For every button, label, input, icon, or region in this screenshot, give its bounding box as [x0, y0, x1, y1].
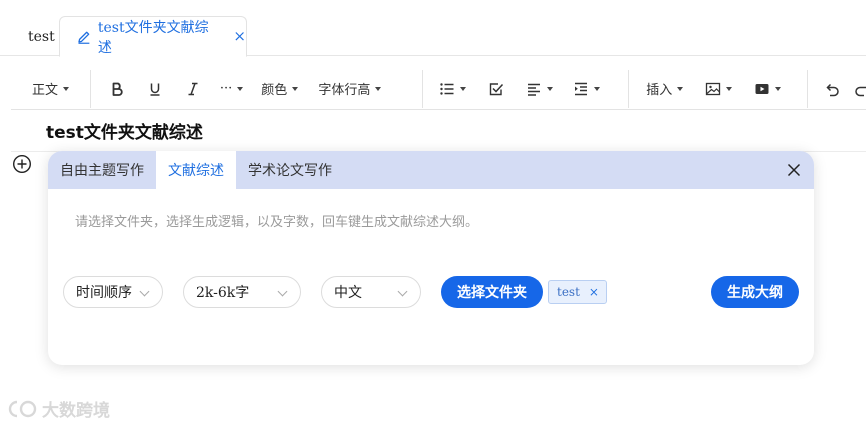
- text-style-dropdown[interactable]: 正文: [32, 75, 69, 103]
- font-color-dropdown[interactable]: 颜色: [261, 75, 299, 103]
- document-title[interactable]: test文件夹文献综述: [46, 118, 203, 143]
- chevron-down-icon: [460, 86, 467, 91]
- text-style-label: 正文: [31, 83, 58, 98]
- more-formats-dropdown[interactable]: ···: [219, 75, 244, 103]
- tab-literature-review-label: test文件夹文献综述: [97, 19, 209, 56]
- add-block-icon[interactable]: [12, 154, 32, 174]
- watermark-text: 大数跨境: [42, 401, 110, 421]
- insert-image-dropdown[interactable]: [705, 75, 733, 103]
- chevron-down-icon: [594, 86, 601, 91]
- tab-free-topic-writing[interactable]: 自由主题写作: [48, 151, 156, 189]
- insert-dropdown[interactable]: 插入: [646, 75, 684, 103]
- text-align-dropdown[interactable]: [526, 75, 554, 103]
- font-color-label: 颜色: [261, 83, 288, 98]
- redo-button[interactable]: [854, 75, 866, 103]
- language-select[interactable]: 中文: [321, 276, 421, 308]
- bold-button[interactable]: [104, 75, 130, 103]
- chevron-down-icon: [139, 286, 150, 297]
- bold-icon: [112, 82, 123, 96]
- line-height-label: 字体行高: [318, 83, 371, 98]
- word-count-select-value: 2k-6k字: [196, 285, 250, 301]
- selected-folder-chip: test ×: [548, 280, 607, 304]
- document-tab-bar: test test文件夹文献综述 ×: [0, 0, 866, 57]
- pencil-icon: [78, 31, 90, 44]
- undo-button[interactable]: [824, 75, 840, 103]
- tab-test[interactable]: test: [18, 18, 65, 56]
- chevron-down-icon: [397, 286, 408, 297]
- chevron-down-icon: [547, 86, 554, 91]
- undo-icon: [826, 83, 839, 96]
- order-select-value: 时间顺序: [76, 285, 132, 301]
- watermark: 大数跨境: [8, 396, 110, 421]
- language-select-value: 中文: [334, 285, 362, 301]
- remove-folder-icon[interactable]: ×: [589, 285, 599, 299]
- video-icon: [755, 83, 769, 94]
- redo-icon: [855, 86, 866, 96]
- image-icon: [706, 82, 721, 95]
- insert-video-dropdown[interactable]: [754, 75, 782, 103]
- chevron-down-icon: [277, 286, 288, 297]
- chevron-down-icon: [292, 86, 299, 91]
- choose-folder-button[interactable]: 选择文件夹: [441, 276, 543, 308]
- selected-folder-label: test: [557, 285, 580, 299]
- align-left-icon: [528, 83, 541, 96]
- watermark-logo-icon: [8, 400, 37, 417]
- indent-icon: [575, 82, 588, 95]
- tab-literature-review-mode[interactable]: 文献综述: [156, 151, 236, 189]
- close-panel-icon[interactable]: [786, 162, 802, 178]
- italic-icon: [188, 82, 198, 95]
- bulleted-list-dropdown[interactable]: [439, 75, 467, 103]
- insert-label: 插入: [646, 83, 673, 98]
- task-list-button[interactable]: [488, 75, 504, 103]
- panel-tab-strip: 自由主题写作 文献综述 学术论文写作: [48, 151, 814, 189]
- indent-dropdown[interactable]: [573, 75, 601, 103]
- underline-button[interactable]: [142, 75, 168, 103]
- chevron-down-icon: [677, 86, 684, 91]
- more-formats-label: ···: [219, 81, 233, 96]
- prompt-input[interactable]: 请选择文件夹，选择生成逻辑，以及字数，回车键生成文献综述大纲。: [75, 211, 478, 230]
- chevron-down-icon: [375, 86, 382, 91]
- line-height-dropdown[interactable]: 字体行高: [318, 75, 382, 103]
- underline-icon: [150, 83, 160, 96]
- checkbox-icon: [490, 82, 504, 95]
- tab-test-label: test: [28, 29, 55, 45]
- tab-literature-review[interactable]: test文件夹文献综述 ×: [59, 16, 247, 57]
- order-select[interactable]: 时间顺序: [63, 276, 163, 308]
- writing-assistant-panel: 自由主题写作 文献综述 学术论文写作 请选择文件夹，选择生成逻辑，以及字数，回车…: [48, 151, 814, 365]
- editor-toolbar: 正文 ··· 颜色 字体行高 插入: [11, 68, 866, 110]
- list-icon: [440, 82, 454, 95]
- chevron-down-icon: [726, 86, 733, 91]
- chevron-down-icon: [237, 86, 244, 91]
- chevron-down-icon: [62, 86, 69, 91]
- italic-button[interactable]: [180, 75, 206, 103]
- word-count-select[interactable]: 2k-6k字: [183, 276, 301, 308]
- chevron-down-icon: [775, 86, 782, 91]
- generate-outline-button[interactable]: 生成大纲: [711, 276, 799, 308]
- close-tab-icon[interactable]: ×: [233, 29, 246, 44]
- tab-academic-paper-writing[interactable]: 学术论文写作: [236, 151, 344, 189]
